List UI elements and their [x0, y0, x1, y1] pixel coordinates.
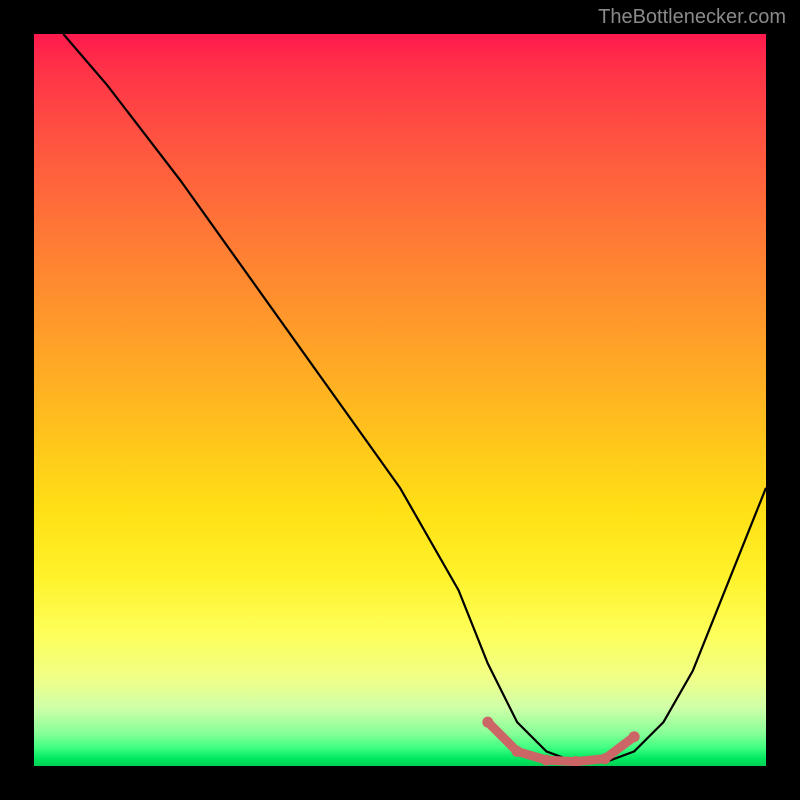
chart-svg: [34, 34, 766, 766]
optimal-zone-point: [541, 755, 552, 766]
bottleneck-curve: [63, 34, 766, 762]
optimal-zone-point: [482, 717, 493, 728]
attribution-text: TheBottlenecker.com: [598, 6, 786, 29]
optimal-zone-point: [512, 746, 523, 757]
optimal-zone-point: [600, 753, 611, 764]
plot-area: [34, 34, 766, 766]
optimal-zone-point: [629, 731, 640, 742]
